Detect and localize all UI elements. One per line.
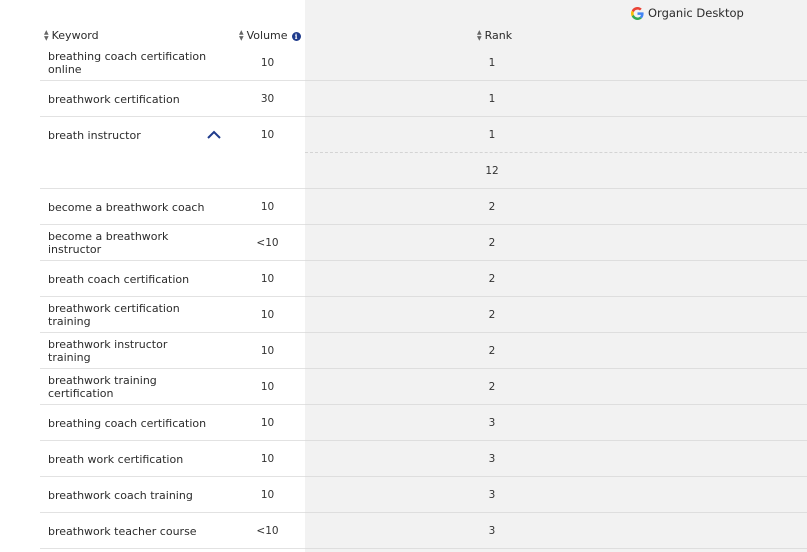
keyword-cell[interactable]: breathing coach certification — [48, 405, 213, 441]
volume-cell: 10 — [260, 309, 275, 321]
rank-cell: 3 — [488, 453, 496, 465]
table-row[interactable]: breath instructor 10 1 — [0, 117, 807, 153]
chevron-up-icon[interactable] — [206, 129, 222, 141]
keyword-cell[interactable]: breathwork instructor training — [48, 333, 213, 369]
info-icon[interactable]: i — [291, 31, 301, 41]
volume-cell: 10 — [260, 381, 275, 393]
keyword-cell[interactable]: breath instructor — [48, 117, 213, 153]
table-row-detail[interactable]: 12 — [0, 153, 807, 189]
table-row[interactable]: breathwork certification training 10 2 — [0, 297, 807, 333]
volume-cell: 10 — [260, 273, 275, 285]
rank-column-label: Rank — [484, 29, 513, 42]
table-row[interactable]: breath work certification 10 3 — [0, 441, 807, 477]
volume-cell: 10 — [260, 417, 275, 429]
google-icon — [631, 6, 644, 20]
keyword-column-header[interactable]: ▲ ▼ Keyword — [44, 28, 99, 44]
keyword-cell[interactable]: breath coach certification — [48, 261, 213, 297]
volume-column-label: Volume — [246, 29, 288, 42]
keyword-cell[interactable]: become a breathwork instructor — [48, 225, 213, 261]
table-row[interactable]: breathwork certification 30 1 — [0, 81, 807, 117]
rank-column-header[interactable]: ▲ ▼ Rank — [477, 28, 512, 44]
keyword-cell[interactable]: breathwork certification — [48, 81, 213, 117]
volume-cell: 30 — [260, 93, 275, 105]
rank-cell: 12 — [485, 165, 499, 177]
rank-cell: 3 — [488, 489, 496, 501]
table-row[interactable]: become a breathwork coach 10 2 — [0, 189, 807, 225]
volume-cell: 10 — [260, 453, 275, 465]
rank-cell: 1 — [488, 57, 496, 69]
table-row[interactable]: breathing coach certification 10 3 — [0, 405, 807, 441]
volume-cell: 10 — [260, 129, 275, 141]
rank-cell: 2 — [488, 273, 496, 285]
volume-cell: <10 — [256, 237, 279, 249]
keyword-cell[interactable]: become a breathwork coach — [48, 189, 213, 225]
volume-cell — [240, 153, 295, 189]
rank-cell: 2 — [488, 381, 496, 393]
keyword-cell[interactable]: breathing coach certification online — [48, 45, 213, 81]
table-row[interactable]: breathwork coach training 10 3 — [0, 477, 807, 513]
volume-cell: 10 — [260, 345, 275, 357]
sort-icon: ▲ ▼ — [44, 29, 49, 42]
volume-cell: 10 — [260, 489, 275, 501]
table-row[interactable]: breathwork teacher course <10 3 — [0, 513, 807, 549]
rank-cell: 2 — [488, 345, 496, 357]
table-row[interactable]: breathwork instructor training 10 2 — [0, 333, 807, 369]
table-row[interactable]: breathwork training certification 10 2 — [0, 369, 807, 405]
table-row[interactable]: breathing coach certification online 10 1 — [0, 45, 807, 81]
sort-icon: ▲ ▼ — [477, 29, 482, 42]
keyword-cell[interactable]: breathwork coach training — [48, 477, 213, 513]
volume-cell: 10 — [260, 201, 275, 213]
rank-cell: 3 — [488, 525, 496, 537]
table-row[interactable]: become a breathwork instructor <10 2 — [0, 225, 807, 261]
keyword-cell[interactable]: breathwork certification training — [48, 297, 213, 333]
rank-cell: 2 — [488, 309, 496, 321]
sort-icon: ▲ ▼ — [239, 29, 244, 42]
volume-column-header[interactable]: ▲ ▼ Volume i — [239, 28, 301, 44]
keyword-cell[interactable]: breathwork training certification — [48, 369, 213, 405]
volume-cell: 10 — [260, 57, 275, 69]
rank-cell: 3 — [488, 417, 496, 429]
keyword-cell[interactable]: breathwork teacher course — [48, 513, 213, 549]
engine-header: Organic Desktop — [631, 5, 744, 21]
row-divider — [305, 548, 807, 549]
keyword-cell[interactable]: breath work certification — [48, 441, 213, 477]
rank-cell: 2 — [488, 201, 496, 213]
volume-cell: <10 — [256, 525, 279, 537]
table-body: breathing coach certification online 10 1 b… — [0, 45, 807, 549]
keyword-column-label: Keyword — [51, 29, 99, 42]
rank-cell: 1 — [488, 93, 496, 105]
rank-cell: 2 — [488, 237, 496, 249]
keyword-ranking-table: Organic Desktop ▲ ▼ Keyword ▲ ▼ Volume i ▲… — [0, 0, 807, 552]
engine-label: Organic Desktop — [648, 6, 744, 20]
row-divider — [40, 548, 305, 549]
keyword-cell — [48, 153, 213, 189]
rank-cell: 1 — [488, 129, 496, 141]
table-row[interactable]: breath coach certification 10 2 — [0, 261, 807, 297]
